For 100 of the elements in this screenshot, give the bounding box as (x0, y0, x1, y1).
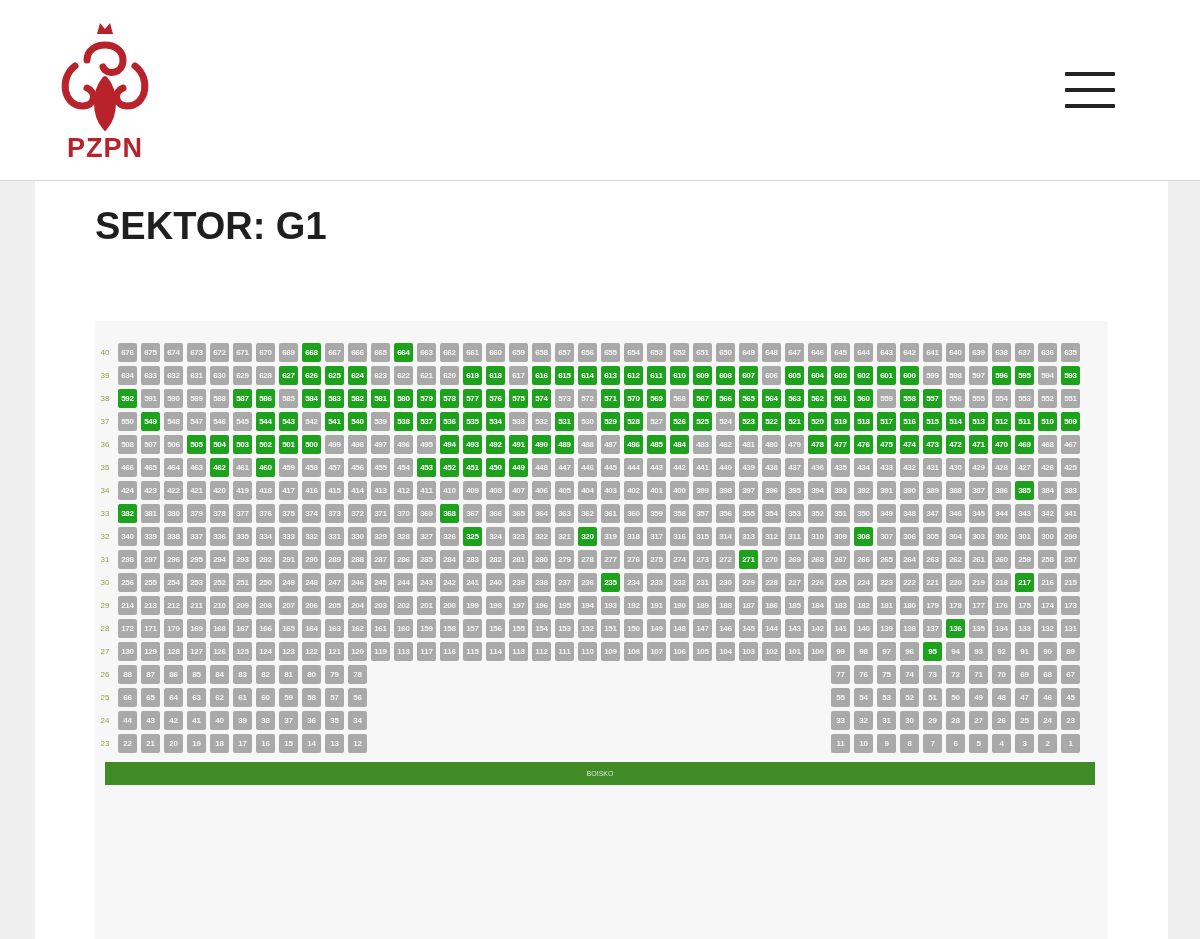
seat[interactable]: 226 (808, 573, 827, 592)
seat[interactable]: 115 (463, 642, 482, 661)
seat[interactable]: 107 (647, 642, 666, 661)
seat[interactable]: 158 (440, 619, 459, 638)
seat[interactable]: 497 (371, 435, 390, 454)
seat[interactable]: 485 (647, 435, 666, 454)
seat[interactable]: 636 (1038, 343, 1057, 362)
seat[interactable]: 329 (371, 527, 390, 546)
seat[interactable]: 560 (854, 389, 873, 408)
seat[interactable]: 589 (187, 389, 206, 408)
seat[interactable]: 569 (647, 389, 666, 408)
seat[interactable]: 389 (923, 481, 942, 500)
seat[interactable]: 487 (601, 435, 620, 454)
seat[interactable]: 584 (302, 389, 321, 408)
seat[interactable]: 511 (1015, 412, 1034, 431)
seat[interactable]: 42 (164, 711, 183, 730)
seat[interactable]: 51 (923, 688, 942, 707)
seat[interactable]: 272 (716, 550, 735, 569)
seat[interactable]: 525 (693, 412, 712, 431)
seat[interactable]: 390 (900, 481, 919, 500)
seat[interactable]: 6 (946, 734, 965, 753)
seat[interactable]: 235 (601, 573, 620, 592)
seat[interactable]: 540 (348, 412, 367, 431)
seat[interactable]: 427 (1015, 458, 1034, 477)
seat[interactable]: 666 (348, 343, 367, 362)
seat[interactable]: 344 (992, 504, 1011, 523)
seat[interactable]: 632 (164, 366, 183, 385)
seat[interactable]: 348 (900, 504, 919, 523)
seat[interactable]: 118 (394, 642, 413, 661)
seat[interactable]: 41 (187, 711, 206, 730)
seat[interactable]: 102 (762, 642, 781, 661)
seat[interactable]: 508 (118, 435, 137, 454)
seat[interactable]: 246 (348, 573, 367, 592)
seat[interactable]: 443 (647, 458, 666, 477)
seat[interactable]: 204 (348, 596, 367, 615)
seat[interactable]: 134 (992, 619, 1011, 638)
seat[interactable]: 445 (601, 458, 620, 477)
seat[interactable]: 355 (739, 504, 758, 523)
seat[interactable]: 657 (555, 343, 574, 362)
seat[interactable]: 275 (647, 550, 666, 569)
seat[interactable]: 676 (118, 343, 137, 362)
seat[interactable]: 46 (1038, 688, 1057, 707)
seat[interactable]: 5 (969, 734, 988, 753)
seat[interactable]: 573 (555, 389, 574, 408)
seat[interactable]: 579 (417, 389, 436, 408)
seat[interactable]: 587 (233, 389, 252, 408)
seat[interactable]: 341 (1061, 504, 1080, 523)
seat[interactable]: 92 (992, 642, 1011, 661)
seat[interactable]: 325 (463, 527, 482, 546)
seat[interactable]: 558 (900, 389, 919, 408)
seat[interactable]: 588 (210, 389, 229, 408)
seat[interactable]: 619 (463, 366, 482, 385)
seat[interactable]: 373 (325, 504, 344, 523)
seat[interactable]: 220 (946, 573, 965, 592)
seat[interactable]: 191 (647, 596, 666, 615)
seat[interactable]: 98 (854, 642, 873, 661)
seat[interactable]: 67 (1061, 665, 1080, 684)
seat[interactable]: 479 (785, 435, 804, 454)
seat[interactable]: 332 (302, 527, 321, 546)
seat[interactable]: 131 (1061, 619, 1080, 638)
seat[interactable]: 196 (532, 596, 551, 615)
seat[interactable]: 604 (808, 366, 827, 385)
seat[interactable]: 25 (1015, 711, 1034, 730)
seat[interactable]: 138 (900, 619, 919, 638)
seat[interactable]: 539 (371, 412, 390, 431)
seat[interactable]: 157 (463, 619, 482, 638)
seat[interactable]: 598 (946, 366, 965, 385)
seat[interactable]: 526 (670, 412, 689, 431)
seat[interactable]: 174 (1038, 596, 1057, 615)
seat[interactable]: 286 (394, 550, 413, 569)
seat[interactable]: 610 (670, 366, 689, 385)
seat[interactable]: 87 (141, 665, 160, 684)
seat[interactable]: 304 (946, 527, 965, 546)
seat[interactable]: 624 (348, 366, 367, 385)
seat[interactable]: 299 (1061, 527, 1080, 546)
seat[interactable]: 601 (877, 366, 896, 385)
seat[interactable]: 583 (325, 389, 344, 408)
seat[interactable]: 431 (923, 458, 942, 477)
seat[interactable]: 559 (877, 389, 896, 408)
seat[interactable]: 180 (900, 596, 919, 615)
seat[interactable]: 379 (187, 504, 206, 523)
seat[interactable]: 616 (532, 366, 551, 385)
seat[interactable]: 120 (348, 642, 367, 661)
seat[interactable]: 288 (348, 550, 367, 569)
seat[interactable]: 394 (808, 481, 827, 500)
seat[interactable]: 79 (325, 665, 344, 684)
seat[interactable]: 66 (118, 688, 137, 707)
seat[interactable]: 151 (601, 619, 620, 638)
seat[interactable]: 493 (463, 435, 482, 454)
seat[interactable]: 153 (555, 619, 574, 638)
seat[interactable]: 231 (693, 573, 712, 592)
seat[interactable]: 198 (486, 596, 505, 615)
seat[interactable]: 593 (1061, 366, 1080, 385)
seat[interactable]: 369 (417, 504, 436, 523)
seat[interactable]: 242 (440, 573, 459, 592)
seat[interactable]: 378 (210, 504, 229, 523)
seat[interactable]: 201 (417, 596, 436, 615)
seat[interactable]: 425 (1061, 458, 1080, 477)
seat[interactable]: 182 (854, 596, 873, 615)
seat[interactable]: 591 (141, 389, 160, 408)
